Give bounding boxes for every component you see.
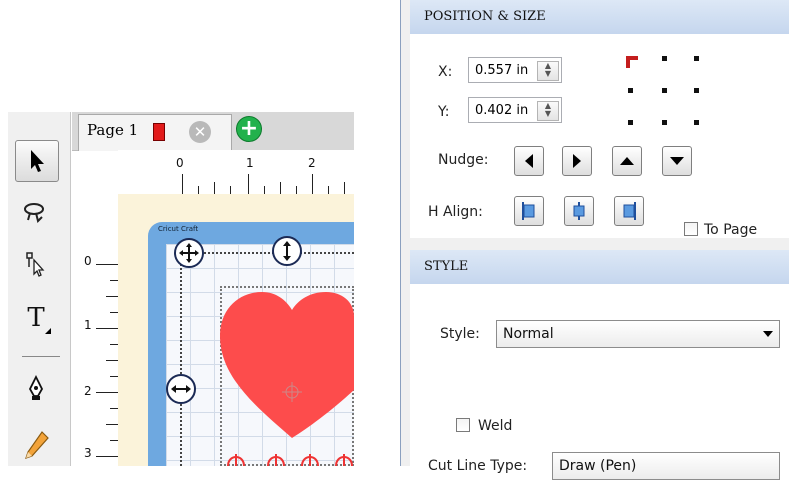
page-tab-strip: Page 1 ✕ + [72,112,354,151]
nudge-left-button[interactable] [514,146,544,176]
vertical-arrows-icon [283,241,291,261]
cut-line-type-dropdown[interactable]: Draw (Pen) [552,452,780,480]
heart-shape[interactable] [218,290,354,440]
move-handle[interactable] [174,238,204,268]
ruler-label: 0 [84,254,92,268]
to-page-checkbox[interactable] [684,222,698,236]
pen-tool-icon [28,374,44,400]
section-title: STYLE [424,259,469,274]
nudge-down-button[interactable] [662,146,692,176]
h-align-label: H Align: [428,204,483,220]
add-page-icon[interactable]: + [236,116,262,142]
nudge-up-button[interactable] [612,146,642,176]
horizontal-ruler: 0 1 2 [118,150,354,195]
y-position-field[interactable]: ▲▼ [468,97,562,123]
mat-label: Cricut Craft [158,225,199,233]
position-size-header[interactable]: POSITION & SIZE [410,0,789,35]
x-label: X: [438,64,453,80]
horizontal-resize-handle[interactable] [166,374,196,404]
style-header[interactable]: STYLE [410,250,789,285]
ruler-label: 1 [246,156,254,170]
page-tab-label: Page 1 [87,121,139,139]
arrow-left-icon [525,154,533,168]
pencil-tool-button[interactable] [15,426,57,466]
to-page-label: To Page [704,222,758,238]
ruler-label: 0 [176,156,184,170]
x-spinner[interactable]: ▲ ▼ [537,61,559,81]
arrow-pointer-icon [31,150,44,172]
chevron-down-icon [763,331,773,337]
ruler-label: 3 [84,446,92,460]
page-color-swatch[interactable] [153,123,165,141]
arrow-right-icon [573,154,581,168]
x-position-field[interactable]: ▲▼ [468,57,562,83]
vertical-resize-handle[interactable] [272,236,302,266]
x-position-input[interactable] [469,58,535,82]
pencil-icon [25,431,49,459]
pen-tool-button[interactable] [15,368,57,408]
move-arrows-icon [179,243,199,263]
select-tool-button[interactable] [15,140,59,182]
nudge-right-button[interactable] [562,146,592,176]
align-center-icon [573,202,585,220]
partial-shapes [227,454,353,466]
style-dropdown[interactable]: Normal [496,320,780,348]
nudge-label: Nudge: [438,152,489,168]
anchor-point-selector[interactable] [624,52,704,128]
arrow-down-icon [670,157,684,165]
ruler-label: 1 [84,318,92,332]
section-title: POSITION & SIZE [424,9,546,24]
align-center-button[interactable] [564,196,594,226]
text-tool-icon: T [27,303,45,333]
node-edit-icon [26,252,45,277]
lasso-icon [24,203,44,223]
ruler-label: 2 [84,384,92,398]
vertical-ruler: 0 1 2 3 [72,194,119,466]
style-label: Style: [440,326,480,342]
y-spinner[interactable]: ▲ ▼ [537,101,559,121]
cut-line-type-label: Cut Line Type: [428,458,528,474]
horizontal-arrows-icon [171,385,191,393]
page-tab[interactable]: Page 1 ✕ [78,114,232,151]
y-label: Y: [438,104,450,120]
align-right-icon [623,202,636,220]
lasso-tool-button[interactable] [15,192,57,232]
weld-checkbox[interactable] [456,418,470,432]
close-page-icon[interactable]: ✕ [189,121,211,143]
tool-palette: T [8,112,71,466]
style-dropdown-value: Normal [503,326,554,342]
align-right-button[interactable] [614,196,644,226]
mat-left-edge [180,256,183,466]
toolbar-separator [22,356,60,357]
mat-top-edge [184,252,354,255]
y-position-input[interactable] [469,98,535,122]
arrow-up-icon [620,157,634,165]
align-left-icon [522,202,535,220]
style-section [410,284,789,466]
align-left-button[interactable] [514,196,544,226]
cut-line-type-value: Draw (Pen) [559,458,637,474]
weld-label: Weld [478,418,513,434]
node-edit-tool-button[interactable] [15,244,57,284]
ruler-label: 2 [308,156,316,170]
submenu-triangle-icon [45,328,51,334]
text-tool-button[interactable]: T [15,298,57,338]
